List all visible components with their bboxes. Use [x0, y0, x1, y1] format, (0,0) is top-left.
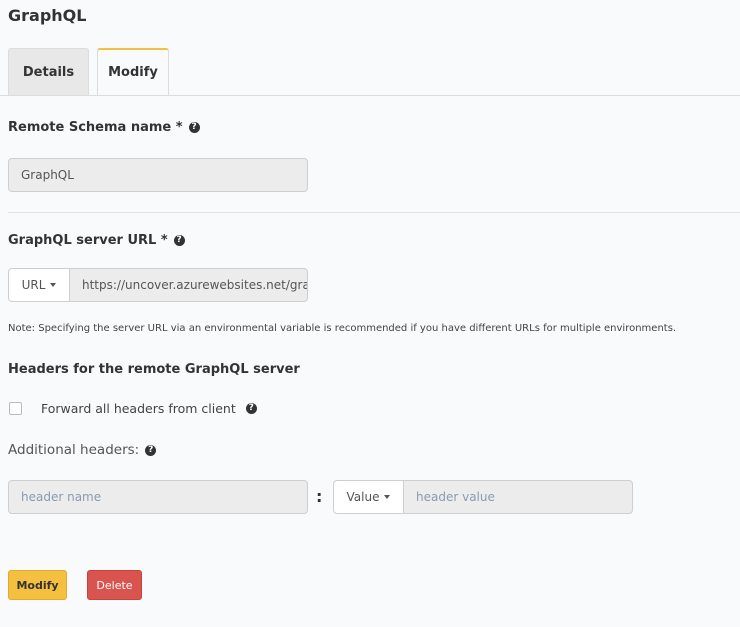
server-url-label: GraphQL server URL * ? — [8, 233, 185, 248]
header-value-type-dropdown[interactable]: Value — [333, 480, 404, 514]
server-url-value: https://uncover.azurewebsites.net/graphq… — [82, 278, 307, 292]
forward-headers-checkbox[interactable] — [9, 402, 22, 415]
delete-button[interactable]: Delete — [87, 570, 142, 600]
caret-down-icon — [50, 283, 57, 287]
page-title: GraphQL — [8, 6, 87, 25]
help-icon[interactable]: ? — [173, 235, 185, 246]
forward-headers-label: Forward all headers from client — [41, 401, 236, 416]
schema-name-value: GraphQL — [21, 168, 74, 182]
help-icon[interactable]: ? — [145, 444, 157, 456]
header-value-placeholder: header value — [416, 490, 495, 504]
url-type-dropdown[interactable]: URL — [8, 268, 70, 302]
help-icon[interactable]: ? — [245, 403, 257, 414]
header-name-placeholder: header name — [21, 490, 102, 504]
forward-headers-row: Forward all headers from client ? — [41, 401, 257, 416]
header-value-input[interactable]: header value — [403, 480, 633, 514]
tab-bar: Details Modify — [8, 48, 740, 96]
server-url-input[interactable]: https://uncover.azurewebsites.net/graphq… — [69, 268, 308, 302]
caret-down-icon — [384, 495, 391, 499]
help-icon[interactable]: ? — [188, 122, 200, 133]
schema-name-label: Remote Schema name * ? — [8, 120, 200, 135]
section-divider — [8, 212, 740, 213]
header-value-type-label: Value — [346, 490, 380, 504]
headers-section-title: Headers for the remote GraphQL server — [8, 362, 300, 377]
additional-headers-label: Additional headers: — [8, 442, 140, 458]
url-type-label: URL — [21, 278, 46, 292]
header-separator: : — [316, 487, 323, 506]
tab-details[interactable]: Details — [8, 48, 89, 95]
server-url-label-text: GraphQL server URL * — [8, 233, 168, 248]
header-name-input[interactable]: header name — [8, 480, 308, 514]
modify-button[interactable]: Modify — [8, 570, 67, 600]
schema-name-label-text: Remote Schema name * — [8, 120, 183, 135]
tab-modify[interactable]: Modify — [97, 48, 169, 96]
tab-divider — [0, 95, 740, 96]
additional-headers-row: Additional headers: ? — [8, 442, 157, 458]
schema-name-input[interactable]: GraphQL — [8, 158, 308, 192]
server-url-note: Note: Specifying the server URL via an e… — [8, 323, 677, 334]
